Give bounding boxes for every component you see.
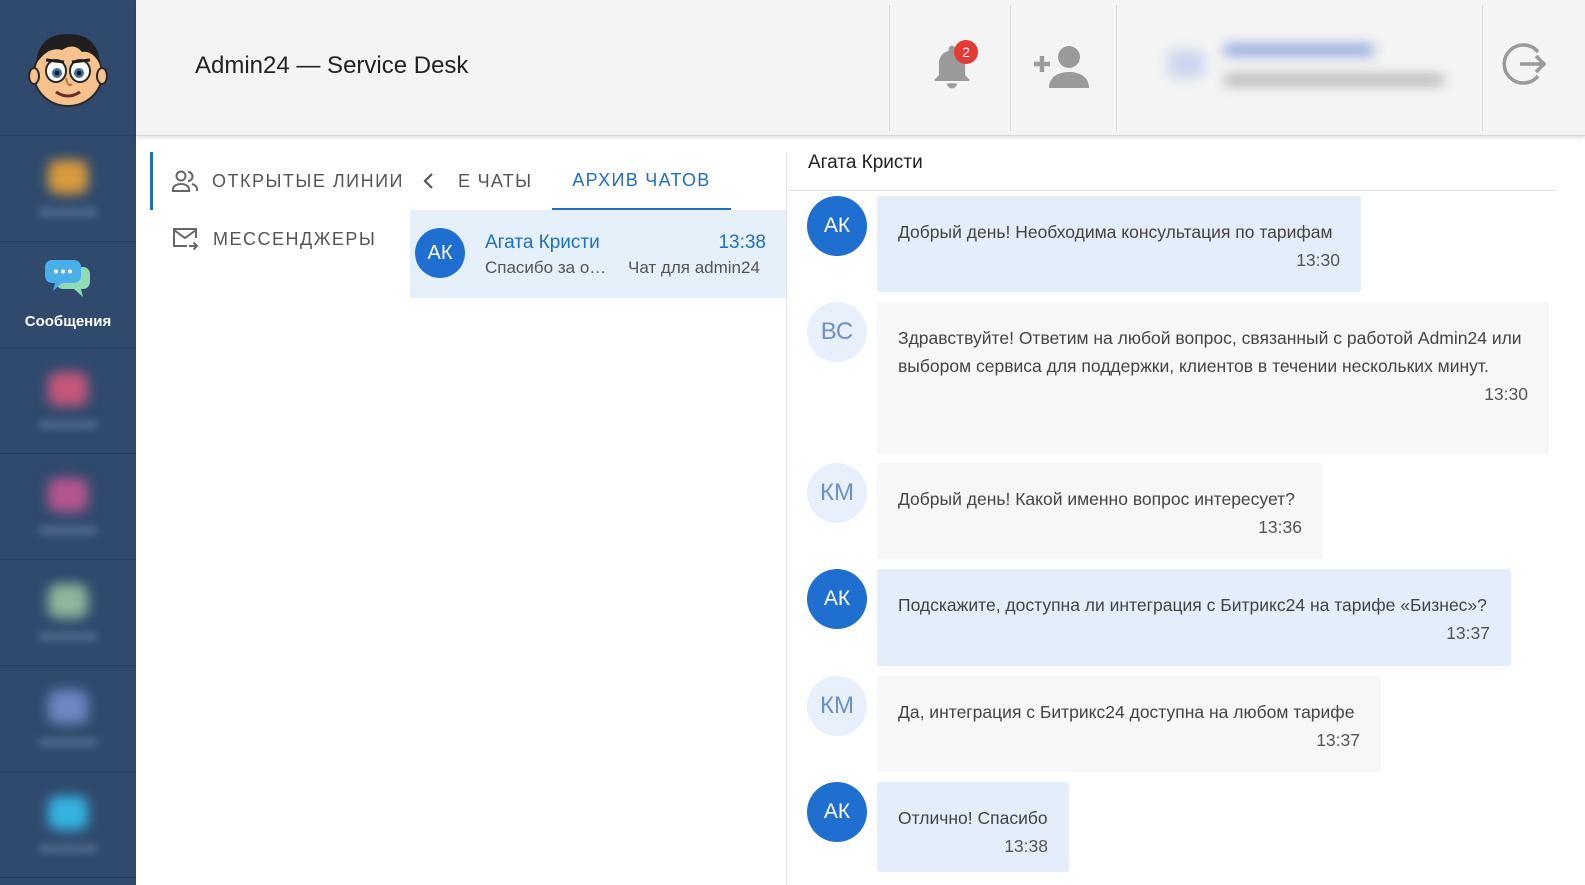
message-time: 13:37 xyxy=(1446,623,1490,643)
sidebar-item-3[interactable] xyxy=(0,348,136,454)
divider xyxy=(1116,5,1117,131)
chat-bubbles-icon xyxy=(45,260,90,297)
message-text: Добрый день! Какой именно вопрос интерес… xyxy=(898,489,1295,509)
nav-item-label: МЕССЕНДЖЕРЫ xyxy=(213,228,377,249)
chat-list-panel: Е ЧАТЫ АРХИВ ЧАТОВ АК Агата Кристи 13:38… xyxy=(410,152,787,885)
tabs-scroll-left[interactable] xyxy=(410,172,446,190)
message-text: Отлично! Спасибо xyxy=(898,808,1048,828)
chevron-left-icon xyxy=(423,173,433,189)
conversation-panel: Агата Кристи АК Добрый день! Необходима … xyxy=(788,140,1585,885)
blurred-icon xyxy=(48,160,88,194)
message-text: Добрый день! Необходима консультация по … xyxy=(898,222,1333,242)
blurred-label xyxy=(38,632,98,641)
chat-time: 13:38 xyxy=(718,232,766,253)
top-header: Admin24 — Service Desk 2 xyxy=(136,0,1585,136)
lines-nav: ОТКРЫТЫЕ ЛИНИИ МЕССЕНДЖЕРЫ xyxy=(150,152,408,268)
divider xyxy=(788,190,1557,191)
nav-messengers[interactable]: МЕССЕНДЖЕРЫ xyxy=(150,210,408,268)
chat-tabs: Е ЧАТЫ АРХИВ ЧАТОВ xyxy=(410,152,786,210)
divider xyxy=(889,5,890,131)
blurred-label xyxy=(38,208,98,217)
sidebar-item-5[interactable] xyxy=(0,560,136,666)
message-text: Здравствуйте! Ответим на любой вопрос, с… xyxy=(898,328,1522,376)
blurred-label xyxy=(38,738,98,747)
chat-contact-name: Агата Кристи xyxy=(485,232,600,253)
message-time: 13:37 xyxy=(1316,730,1360,750)
nav-item-label: ОТКРЫТЫЕ ЛИНИИ xyxy=(212,170,404,191)
message-bubble: Отлично! Спасибо 13:38 xyxy=(877,782,1069,872)
message-text: Да, интеграция с Битрикс24 доступна на л… xyxy=(898,702,1355,722)
blurred-icon xyxy=(48,584,88,618)
message-text: Подскажите, доступна ли интеграция с Бит… xyxy=(898,595,1487,615)
blurred-icon xyxy=(48,478,88,512)
nav-open-lines[interactable]: ОТКРЫТЫЕ ЛИНИИ xyxy=(150,152,408,210)
conversation-title: Агата Кристи xyxy=(808,152,923,173)
avatar: АК xyxy=(807,196,867,256)
chat-line-name: Чат для admin24 xyxy=(628,258,760,277)
divider xyxy=(1482,5,1483,131)
app-sidebar: Сообщения xyxy=(0,0,136,885)
sidebar-item-7[interactable] xyxy=(0,772,136,878)
blurred-label xyxy=(38,844,98,853)
notification-count-badge: 2 xyxy=(954,40,978,64)
blurred-icon xyxy=(48,372,88,406)
user-profile-blurred[interactable] xyxy=(1164,32,1464,102)
sidebar-item-4[interactable] xyxy=(0,454,136,560)
tab-chat-archive[interactable]: АРХИВ ЧАТОВ xyxy=(552,152,731,210)
sidebar-item-messages[interactable]: Сообщения xyxy=(0,242,136,348)
message-time: 13:30 xyxy=(1484,384,1528,404)
avatar: ВС xyxy=(807,302,867,362)
blurred-icon xyxy=(48,796,88,830)
blurred-label xyxy=(38,526,98,535)
tab-chats[interactable]: Е ЧАТЫ xyxy=(446,152,552,210)
message-bubble: Да, интеграция с Битрикс24 доступна на л… xyxy=(877,676,1381,772)
logout-icon[interactable] xyxy=(1502,40,1548,88)
mail-forward-icon xyxy=(173,228,199,251)
people-icon xyxy=(172,170,198,192)
blurred-label xyxy=(38,420,98,429)
blurred-icon xyxy=(48,690,88,724)
user-avatar-logo[interactable] xyxy=(0,0,136,136)
add-user-icon[interactable] xyxy=(1033,44,1091,90)
avatar: КМ xyxy=(807,463,867,523)
message-bubble: Добрый день! Необходима консультация по … xyxy=(877,196,1361,292)
avatar: АК xyxy=(807,782,867,842)
cartoon-avatar-icon xyxy=(28,33,108,107)
sidebar-item-label: Сообщения xyxy=(24,313,112,330)
avatar: АК xyxy=(807,569,867,629)
message-time: 13:36 xyxy=(1258,517,1302,537)
sidebar-item-1[interactable] xyxy=(0,136,136,242)
avatar: АК xyxy=(415,228,465,278)
message-time: 13:38 xyxy=(1004,836,1048,856)
message-bubble: Подскажите, доступна ли интеграция с Бит… xyxy=(877,569,1511,666)
page-title: Admin24 — Service Desk xyxy=(195,52,469,79)
sidebar-item-6[interactable] xyxy=(0,666,136,772)
avatar: КМ xyxy=(807,676,867,736)
message-time: 13:30 xyxy=(1296,250,1340,270)
chat-list-item[interactable]: АК Агата Кристи 13:38 Спасибо за обращен… xyxy=(410,210,786,298)
divider xyxy=(1010,5,1011,131)
message-bubble: Добрый день! Какой именно вопрос интерес… xyxy=(877,463,1323,559)
message-bubble: Здравствуйте! Ответим на любой вопрос, с… xyxy=(877,302,1549,454)
chat-last-message: Спасибо за обращение xyxy=(485,258,613,277)
